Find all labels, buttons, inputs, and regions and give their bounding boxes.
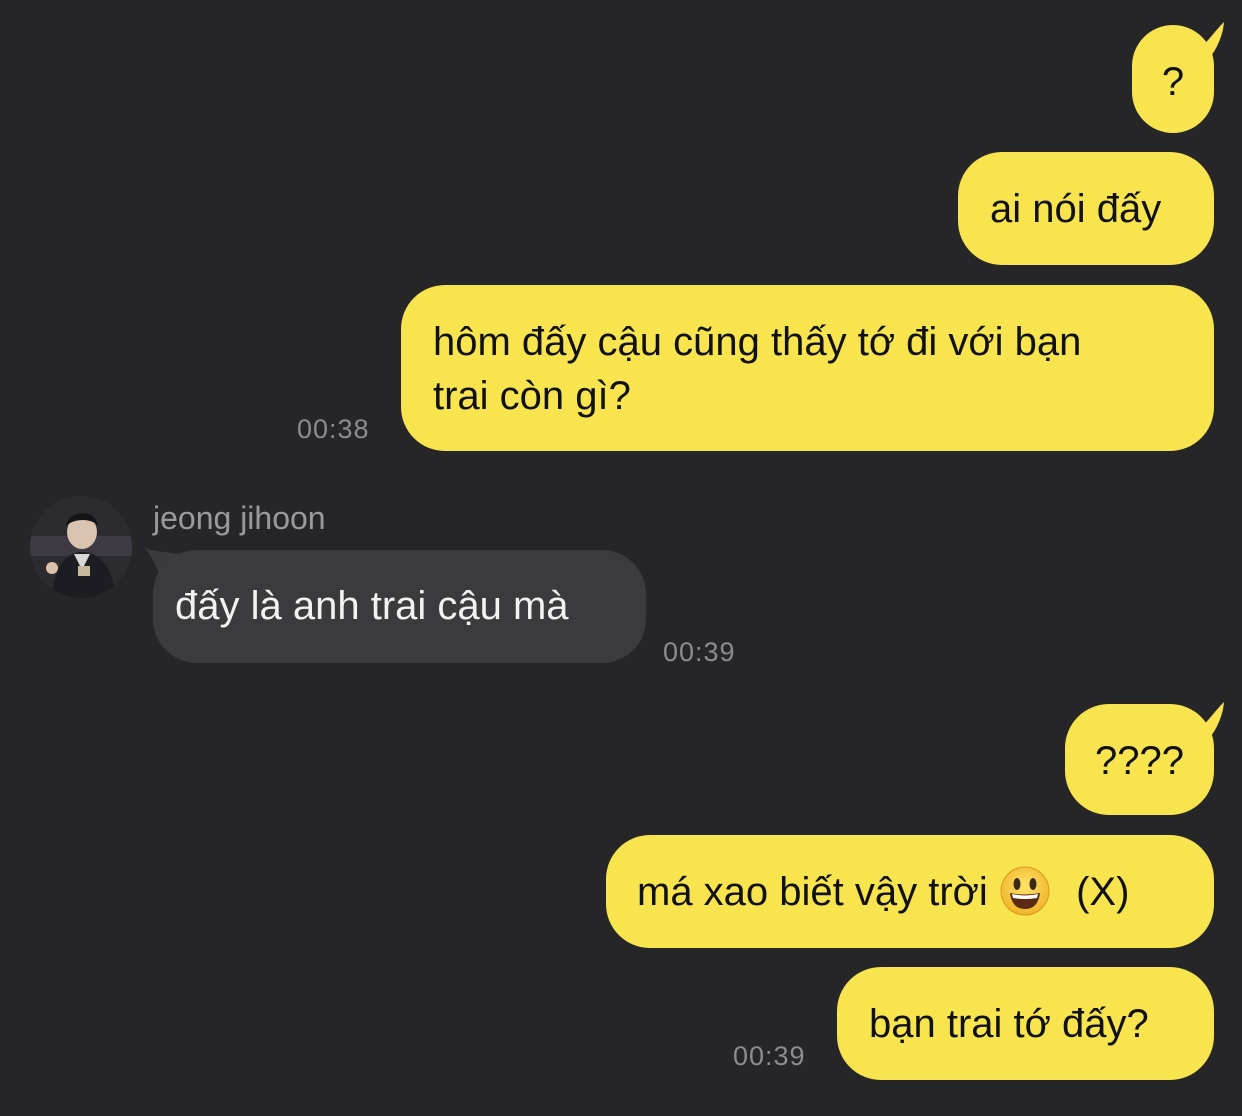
their-message-bubble[interactable]: đấy là anh trai cậu mà — [153, 550, 646, 663]
my-message-bubble[interactable]: ai nói đấy — [958, 152, 1214, 265]
message-text: má xao biết vậy trời — [637, 870, 988, 914]
message-text-suffix: (X) — [1076, 870, 1130, 914]
my-message-bubble[interactable]: bạn trai tớ đấy? — [837, 967, 1214, 1080]
contact-avatar[interactable] — [30, 496, 132, 598]
message-text: ???? — [1095, 739, 1184, 783]
avatar-image — [30, 496, 132, 598]
sender-name: jeong jihoon — [153, 500, 326, 536]
message-timestamp: 00:39 — [663, 637, 736, 667]
message-timestamp: 00:39 — [733, 1041, 806, 1071]
chat-view: ? ai nói đấy 00:38 hôm đấy cậu cũng thấy… — [0, 0, 1242, 1116]
message-text: ? — [1161, 60, 1185, 104]
smiley-emoji-icon — [1000, 866, 1050, 916]
my-message-bubble[interactable]: má xao biết vậy trời (X) — [606, 835, 1214, 948]
message-text: ai nói đấy — [990, 187, 1162, 231]
message-text: đấy là anh trai cậu mà — [175, 584, 569, 628]
message-text-line: hôm đấy cậu cũng thấy tớ đi với bạn — [433, 320, 1082, 364]
message-text-line: trai còn gì? — [433, 374, 631, 418]
message-text: bạn trai tớ đấy? — [869, 1002, 1149, 1046]
my-message-bubble[interactable]: hôm đấy cậu cũng thấy tớ đi với bạn trai… — [401, 285, 1214, 451]
bubble-tail-icon — [1190, 22, 1224, 60]
message-timestamp: 00:38 — [297, 414, 370, 444]
bubble-tail-icon — [1190, 702, 1224, 740]
